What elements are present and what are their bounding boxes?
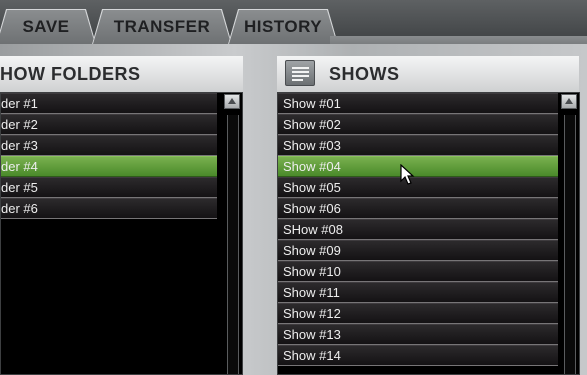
show-folders-list[interactable]: der #6 der #5 der #4 der #3 der #2 der #1 bbox=[0, 92, 243, 375]
folder-list-item[interactable]: der #5 bbox=[1, 177, 217, 198]
show-list-item[interactable]: Show #02 bbox=[278, 114, 558, 135]
show-list-item[interactable]: SHow #08 bbox=[278, 219, 558, 240]
tab-history-label: HISTORY bbox=[243, 17, 323, 36]
show-list-item[interactable]: Show #14 bbox=[278, 345, 558, 366]
tab-save[interactable]: SAVE bbox=[0, 9, 96, 44]
show-list-item[interactable]: Show #03 bbox=[278, 135, 558, 156]
folders-scroll-up-icon[interactable] bbox=[224, 94, 240, 109]
show-list-item[interactable]: Show #05 bbox=[278, 177, 558, 198]
shows-list[interactable]: Show #14 Show #13 Show #12 Show #11 Show #10… bbox=[277, 92, 580, 375]
shows-title: SHOWS bbox=[329, 64, 400, 84]
mouse-pointer-icon bbox=[400, 164, 415, 185]
show-folders-header: HOW FOLDERS bbox=[0, 56, 243, 93]
folder-list-item[interactable]: der #6 bbox=[1, 198, 217, 219]
folder-list-item[interactable]: der #4 bbox=[1, 156, 217, 177]
show-list-item[interactable]: Show #13 bbox=[278, 324, 558, 345]
tab-strip-underline bbox=[330, 36, 587, 44]
show-folders-title: HOW FOLDERS bbox=[0, 64, 141, 84]
folders-scrollbar[interactable] bbox=[223, 93, 241, 374]
show-list-item[interactable]: Show #06 bbox=[278, 198, 558, 219]
shows-scroll-up-icon[interactable] bbox=[561, 94, 577, 109]
list-menu-icon[interactable] bbox=[285, 60, 315, 86]
shows-header: SHOWS bbox=[277, 56, 579, 93]
folder-list-item[interactable]: der #2 bbox=[1, 114, 217, 135]
shows-scroll-track[interactable] bbox=[564, 115, 576, 374]
tab-history[interactable]: HISTORY bbox=[228, 9, 338, 44]
tab-strip: SAVE TRANSFER HISTORY bbox=[0, 0, 587, 44]
tab-save-label: SAVE bbox=[22, 17, 70, 36]
show-list-item[interactable]: Show #12 bbox=[278, 303, 558, 324]
show-list-item[interactable]: Show #10 bbox=[278, 261, 558, 282]
show-list-item[interactable]: Show #11 bbox=[278, 282, 558, 303]
folder-list-item[interactable]: der #1 bbox=[1, 93, 217, 114]
shows-scrollbar[interactable] bbox=[560, 93, 578, 374]
tab-transfer[interactable]: TRANSFER bbox=[92, 9, 232, 44]
folders-scroll-track[interactable] bbox=[227, 115, 239, 374]
show-list-item[interactable]: Show #09 bbox=[278, 240, 558, 261]
show-list-item[interactable]: Show #04 bbox=[278, 156, 558, 177]
show-list-item[interactable]: Show #01 bbox=[278, 93, 558, 114]
folder-list-item[interactable]: der #3 bbox=[1, 135, 217, 156]
tab-transfer-label: TRANSFER bbox=[113, 17, 211, 36]
